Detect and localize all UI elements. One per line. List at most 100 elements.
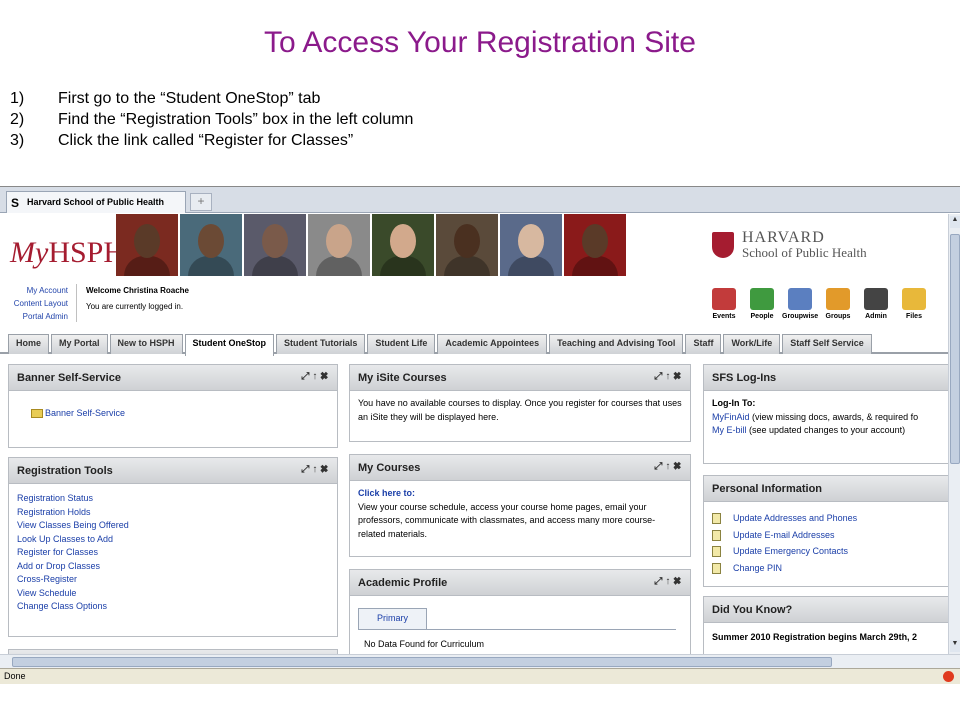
tool-label: People — [750, 313, 774, 320]
photo-body — [316, 256, 362, 276]
portal-page: MyHSPH HARVARD School of Public Health M… — [0, 214, 948, 654]
people-icon — [750, 288, 774, 310]
tab-primary[interactable]: Primary — [358, 608, 427, 629]
logo-suffix: HSPH — [48, 236, 126, 269]
tool-label: Events — [712, 313, 736, 320]
personal-info-link[interactable]: Update E-mail Addresses — [733, 529, 835, 543]
horizontal-scrollbar[interactable] — [0, 654, 960, 668]
registration-link[interactable]: View Schedule — [17, 587, 329, 601]
tab-student-life[interactable]: Student Life — [367, 334, 436, 354]
banner-photos — [116, 214, 628, 276]
portlet-controls-icon[interactable]: ⤢↑✖ — [654, 371, 684, 382]
registration-link[interactable]: Change Class Options — [17, 600, 329, 614]
account-links: My Account Content Layout Portal Admin — [4, 284, 68, 323]
personal-info-item[interactable]: Update Addresses and Phones — [712, 512, 944, 526]
tab-student-onestop[interactable]: Student OneStop — [184, 334, 275, 356]
tool-people-button[interactable]: People — [744, 288, 780, 320]
browser-tab[interactable]: S Harvard School of Public Health — [6, 191, 186, 213]
portlet-title: Banner Self-Service — [17, 372, 121, 384]
tab-new-to-hsph[interactable]: New to HSPH — [109, 334, 183, 354]
tool-files-button[interactable]: Files — [896, 288, 932, 320]
personal-info-item[interactable]: Update Emergency Contacts — [712, 545, 944, 559]
step-number: 3) — [10, 132, 25, 149]
portlet-controls-icon[interactable]: ⤢↑✖ — [654, 576, 684, 587]
portlet-controls-icon[interactable]: ⤢↑✖ — [301, 371, 331, 382]
personal-info-item[interactable]: Change PIN — [712, 562, 944, 576]
my-account-link[interactable]: My Account — [4, 284, 68, 297]
tool-groupwise-button[interactable]: Groupwise — [782, 288, 818, 320]
new-tab-button[interactable]: + — [190, 193, 212, 211]
photo-face — [582, 224, 608, 258]
portal-nav-tabs: Home My Portal New to HSPH Student OneStop S… — [0, 334, 948, 356]
tool-events-button[interactable]: Events — [706, 288, 742, 320]
tab-academic-appointees[interactable]: Academic Appointees — [437, 334, 548, 354]
banner-photo — [372, 214, 434, 276]
myfinaid-description: (view missing docs, awards, & required f… — [749, 411, 919, 422]
banner-self-service-link[interactable]: Banner Self-Service — [45, 408, 125, 418]
favicon-icon: S — [11, 196, 20, 210]
tab-staff[interactable]: Staff — [685, 334, 722, 354]
tab-teaching-and-advising-tool[interactable]: Teaching and Advising Tool — [549, 334, 684, 354]
personal-info-item[interactable]: Update E-mail Addresses — [712, 529, 944, 543]
warning-icon[interactable] — [943, 671, 954, 682]
login-status: You are currently logged in. — [86, 302, 184, 311]
tool-label: Groupwise — [782, 313, 819, 320]
banner-photo — [180, 214, 242, 276]
instruction-steps: 1) First go to the “Student OneStop” tab … — [10, 88, 610, 151]
tab-work-life[interactable]: Work/Life — [723, 334, 781, 354]
registration-link[interactable]: Registration Status — [17, 492, 329, 506]
personal-info-link[interactable]: Update Emergency Contacts — [733, 545, 848, 559]
personal-info-link[interactable]: Update Addresses and Phones — [733, 512, 857, 526]
registration-link[interactable]: Cross-Register — [17, 573, 329, 587]
gear-icon — [864, 288, 888, 310]
folder-icon — [31, 409, 43, 419]
scroll-down-icon[interactable]: ▼ — [950, 640, 960, 652]
my-ebill-link[interactable]: My E-bill — [712, 425, 747, 435]
registration-link[interactable]: View Classes Being Offered — [17, 519, 329, 533]
portlet-controls-icon[interactable]: ⤢↑✖ — [301, 464, 331, 475]
content-layout-link[interactable]: Content Layout — [4, 297, 68, 310]
scroll-up-icon[interactable]: ▲ — [950, 216, 960, 228]
browser-tab-title: Harvard School of Public Health — [27, 197, 165, 207]
registration-link[interactable]: Registration Holds — [17, 506, 329, 520]
tool-admin-button[interactable]: Admin — [858, 288, 894, 320]
tool-label: Groups — [825, 313, 851, 320]
browser-screenshot: S Harvard School of Public Health + MyHS… — [0, 186, 960, 720]
myfinaid-link[interactable]: MyFinAid — [712, 412, 750, 422]
vertical-scrollbar[interactable]: ▲ ▼ — [948, 214, 960, 654]
ebill-description: (see updated changes to your account) — [746, 425, 906, 435]
sfs-logins-portlet: SFS Log-Ins Log-In To: MyFinAid (view mi… — [703, 364, 948, 464]
personal-info-link[interactable]: Change PIN — [733, 562, 782, 576]
document-icon — [712, 529, 721, 541]
scroll-thumb[interactable] — [12, 657, 832, 667]
portlet-controls-icon[interactable]: ⤢↑✖ — [654, 461, 684, 472]
tab-home[interactable]: Home — [8, 334, 50, 354]
welcome-message: Welcome Christina Roache You are current… — [86, 283, 189, 315]
tab-staff-self-service[interactable]: Staff Self Service — [782, 334, 872, 354]
document-icon — [712, 562, 721, 574]
registration-link[interactable]: Register for Classes — [17, 546, 329, 560]
photo-face — [326, 224, 352, 258]
harvard-logo[interactable]: HARVARD School of Public Health — [712, 230, 867, 260]
step-text: First go to the “Student OneStop” tab — [58, 90, 321, 107]
myhsph-logo[interactable]: MyHSPH — [10, 236, 125, 270]
status-text: Done — [4, 671, 26, 681]
registration-tools-portlet: Registration Tools ⤢↑✖ Registration Statu… — [8, 457, 338, 637]
scroll-thumb[interactable] — [950, 234, 960, 464]
registration-link[interactable]: Add or Drop Classes — [17, 560, 329, 574]
photo-body — [252, 256, 298, 276]
tool-groups-button[interactable]: Groups — [820, 288, 856, 320]
tab-my-portal[interactable]: My Portal — [51, 334, 108, 354]
slide-title: To Access Your Registration Site — [264, 26, 696, 59]
click-here-link[interactable]: Click here to: — [358, 487, 682, 501]
portlet-title: Academic Profile — [358, 577, 448, 589]
registration-link[interactable]: Look Up Classes to Add — [17, 533, 329, 547]
document-icon — [712, 546, 721, 558]
divider — [76, 284, 77, 322]
document-icon — [712, 513, 721, 525]
groups-icon — [826, 288, 850, 310]
did-you-know-portlet: Did You Know? Summer 2010 Registration b… — [703, 596, 948, 654]
portal-admin-link[interactable]: Portal Admin — [4, 310, 68, 323]
tab-student-tutorials[interactable]: Student Tutorials — [276, 334, 366, 354]
step-item: 3) Click the link called “Register for Cl… — [10, 130, 610, 151]
